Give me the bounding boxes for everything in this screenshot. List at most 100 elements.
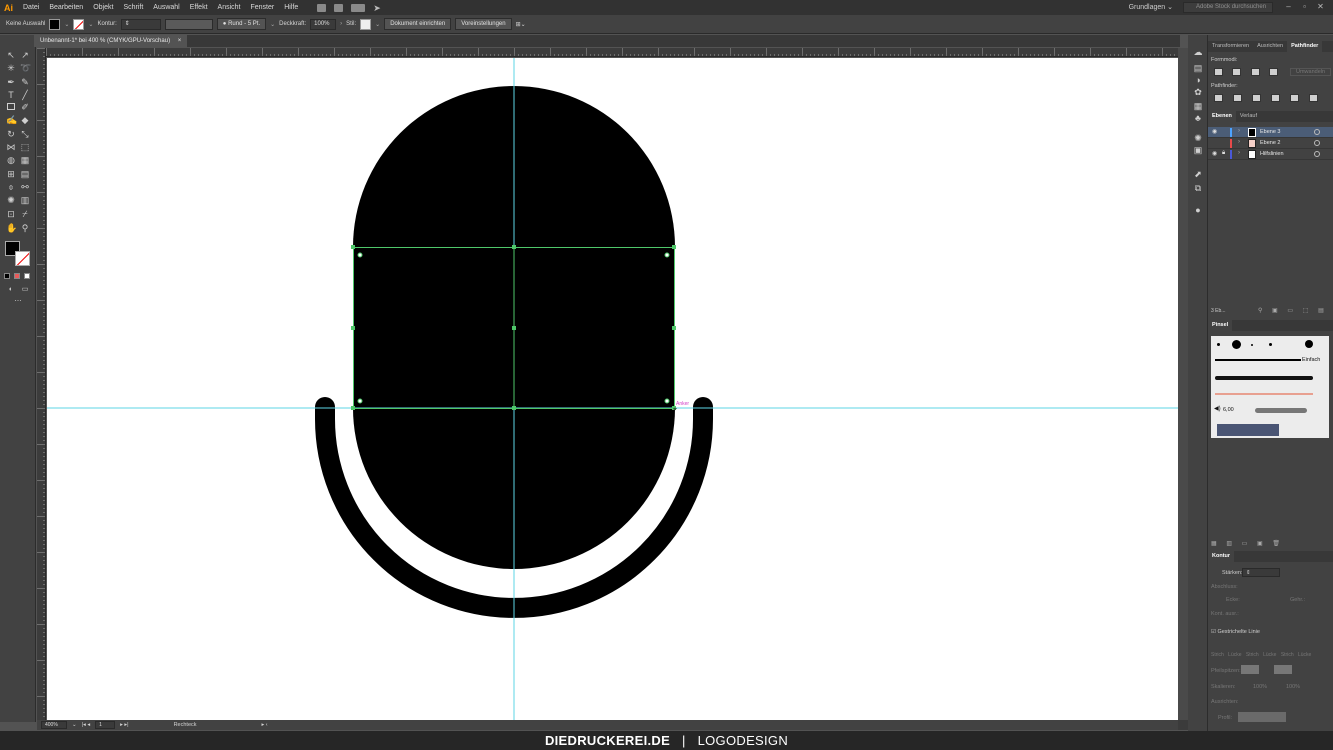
divide-button[interactable] — [1214, 94, 1223, 102]
menu-datei[interactable]: Datei — [18, 4, 44, 11]
brush-swatch[interactable] — [1269, 343, 1272, 346]
appearance-icon[interactable]: ● — [1193, 205, 1203, 215]
color-guide-icon[interactable]: ✿ — [1193, 87, 1203, 97]
trim-button[interactable] — [1233, 94, 1242, 102]
tab-gradient[interactable]: Verlauf — [1236, 111, 1261, 122]
arrowhead-end-select[interactable] — [1274, 665, 1292, 674]
artwork[interactable] — [47, 58, 1178, 720]
expand-button[interactable]: Umwandeln — [1290, 68, 1332, 76]
stroke-weight-field[interactable]: ⇕ — [1242, 568, 1280, 577]
brush-definition-button[interactable]: ● Rund - 5 Pt. — [216, 18, 267, 30]
next-artboard-icon[interactable]: ▸ ▸| — [120, 722, 128, 728]
target-icon[interactable] — [1314, 129, 1320, 135]
expand-chevron-icon[interactable]: › — [1238, 139, 1240, 145]
maximize-icon[interactable]: ▫ — [1300, 2, 1309, 11]
swatches-icon[interactable]: ▦ — [1193, 101, 1203, 111]
shape-builder-icon[interactable]: ◍ — [6, 155, 16, 165]
tab-layers[interactable]: Ebenen — [1208, 111, 1236, 122]
symbols-icon[interactable]: ✺ — [1193, 133, 1203, 143]
menu-ansicht[interactable]: Ansicht — [213, 4, 246, 11]
dash-fields[interactable]: Strich Lücke Strich Lücke Strich Lücke — [1211, 652, 1311, 658]
layer-row[interactable]: ◉ › Ebene 3 — [1208, 127, 1333, 138]
selection-tool-icon[interactable]: ↖ — [6, 50, 16, 60]
stroke-swatch[interactable] — [73, 18, 85, 30]
minus-front-button[interactable] — [1232, 68, 1241, 76]
shaper-tool-icon[interactable]: ✍ — [6, 115, 17, 125]
rotate-tool-icon[interactable]: ↻ — [6, 129, 16, 139]
dashed-line-checkbox[interactable]: ☑ Gestrichelte Linie — [1211, 629, 1260, 635]
blend-tool-icon[interactable]: ⚯ — [20, 182, 30, 192]
slice-tool-icon[interactable]: ⌿ — [20, 209, 30, 219]
vertical-ruler[interactable] — [37, 48, 46, 720]
lasso-icon[interactable]: ➰ — [20, 63, 31, 73]
screen-mode-icon[interactable]: ▭ — [20, 285, 30, 295]
layer-actions[interactable]: ⚲ ▣ ▭ ⬚ ▤ 🗑︎ — [1258, 307, 1333, 314]
minimize-icon[interactable]: – — [1284, 2, 1293, 11]
stroke-weight-input[interactable]: ⇕ — [120, 18, 161, 30]
pen-tool-icon[interactable]: ✒ — [6, 77, 16, 87]
scale-end-value[interactable]: 100% — [1286, 684, 1300, 690]
chevron-down-icon[interactable]: ⌄ — [72, 722, 77, 728]
outline-button[interactable] — [1290, 94, 1299, 102]
artboard[interactable]: Anker ⌖ — [47, 58, 1178, 720]
lock-icon[interactable]: 🔒︎ — [1222, 150, 1225, 157]
chevron-down-icon[interactable]: ⌄ — [375, 21, 380, 28]
libraries-icon[interactable]: ☁ — [1193, 47, 1203, 57]
hand-tool-icon[interactable]: ✋ — [6, 223, 17, 233]
intersect-button[interactable] — [1251, 68, 1260, 76]
menu-hilfe[interactable]: Hilfe — [279, 4, 303, 11]
graph-tool-icon[interactable]: ▥ — [20, 195, 30, 205]
menu-effekt[interactable]: Effekt — [185, 4, 213, 11]
arrowhead-start-select[interactable] — [1241, 665, 1259, 674]
merge-button[interactable] — [1252, 94, 1261, 102]
brush-stroke-charcoal[interactable] — [1215, 376, 1313, 380]
brushes-library[interactable]: Einfach ◀) 6,00 — [1211, 336, 1329, 438]
eraser-icon[interactable]: ◆ — [20, 115, 30, 125]
stroke-color-box[interactable] — [15, 251, 30, 266]
free-transform-icon[interactable]: ⬚ — [20, 142, 30, 152]
fill-swatch[interactable] — [49, 18, 61, 30]
artboard-number-input[interactable]: 1 — [95, 721, 116, 729]
tab-pathfinder[interactable]: Pathfinder — [1287, 41, 1323, 52]
brush-actions[interactable]: ▦ ▥ ▭ ▣ 🗑︎ — [1211, 540, 1284, 547]
target-icon[interactable] — [1314, 140, 1320, 146]
brush-stroke-basic[interactable] — [1215, 359, 1301, 361]
layer-row[interactable]: ◉ 🔒︎ › Hilfslinien — [1208, 149, 1333, 160]
menu-fenster[interactable]: Fenster — [246, 4, 280, 11]
chevron-right-icon[interactable]: › — [340, 21, 342, 27]
artboard-tool-icon[interactable]: ⊡ — [6, 209, 16, 219]
direct-selection-tool-icon[interactable]: ↗ — [20, 50, 30, 60]
menu-bearbeiten[interactable]: Bearbeiten — [44, 4, 88, 11]
expand-chevron-icon[interactable]: › — [1238, 150, 1240, 156]
brush-pattern[interactable] — [1217, 424, 1279, 436]
menu-objekt[interactable]: Objekt — [88, 4, 118, 11]
tab-transform[interactable]: Transformieren — [1208, 41, 1253, 52]
vertical-scrollbar[interactable] — [1178, 48, 1188, 720]
draw-mode-icon[interactable]: ◐ — [6, 285, 16, 295]
stock-icon[interactable] — [334, 3, 344, 12]
menu-schrift[interactable]: Schrift — [118, 4, 148, 11]
paintbrush-icon[interactable]: ✐ — [20, 102, 30, 112]
export-icon[interactable]: ⬈ — [1193, 169, 1203, 179]
chevron-down-icon[interactable]: ⌄ — [64, 21, 69, 28]
properties-icon[interactable]: ▤ — [1193, 63, 1203, 73]
expand-chevron-icon[interactable]: › — [1238, 128, 1240, 134]
unite-button[interactable] — [1214, 68, 1223, 76]
brush-swatch[interactable] — [1251, 344, 1253, 346]
exclude-button[interactable] — [1269, 68, 1278, 76]
mesh-tool-icon[interactable]: ⊞ — [6, 169, 16, 179]
width-tool-icon[interactable]: ⋈ — [6, 142, 16, 152]
crop-button[interactable] — [1271, 94, 1280, 102]
document-setup-button[interactable]: Dokument einrichten — [384, 18, 452, 30]
scale-start-value[interactable]: 100% — [1253, 684, 1267, 690]
workspace-switcher[interactable]: Grundlagen ⌄ — [1129, 3, 1173, 11]
arrange-documents-icon[interactable] — [351, 3, 366, 12]
edit-toolbar-icon[interactable]: ⋯ — [13, 297, 23, 307]
artboards-icon[interactable]: ⧉ — [1193, 183, 1203, 193]
gradient-mode-icon[interactable] — [14, 273, 20, 279]
align-options-icon[interactable]: ⊞⌄ — [516, 21, 526, 28]
chevron-down-icon[interactable]: ⌄ — [88, 21, 93, 28]
brush-swatch[interactable] — [1217, 343, 1220, 346]
status-menu-icon[interactable]: ▸ ‹ — [262, 722, 268, 728]
bridge-icon[interactable] — [317, 3, 327, 12]
